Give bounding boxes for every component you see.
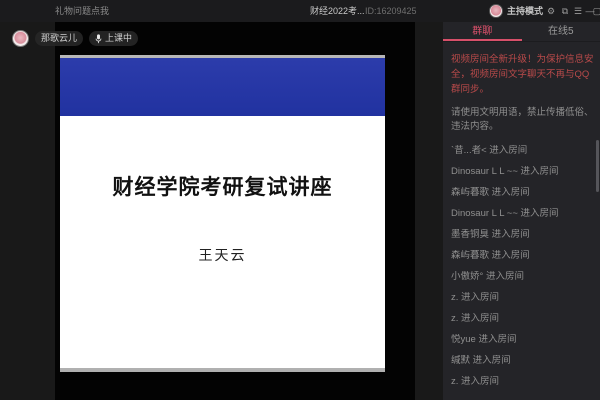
status-label: 上课中 xyxy=(105,33,133,43)
chat-panel: 群聊 在线5 视频房间全新升级！为保护信息安全，视频房间文字聊天不再与QQ群同步… xyxy=(443,22,600,400)
chat-scrollbar[interactable] xyxy=(596,140,599,192)
host-mode-label: 主持模式 xyxy=(507,6,544,16)
chat-message: z. 进入房间 xyxy=(451,292,500,303)
popout-icon[interactable]: ⧉ xyxy=(558,0,572,22)
chat-message: z. 进入房间 xyxy=(451,376,500,387)
chat-tabs: 群聊 在线5 xyxy=(443,22,600,42)
chat-message: 森屿暮歌 进入房间 xyxy=(451,250,530,261)
chat-message: Dinosaur L L ~~ 进入房间 xyxy=(451,166,559,177)
status-pill: 上课中 xyxy=(89,31,139,46)
slide-title: 财经学院考研复试讲座 xyxy=(112,175,333,199)
video-stage: 那歌云儿 上课中 财经学院考研复试讲座 王天云 xyxy=(0,22,443,400)
chat-message: 森屿暮歌 进入房间 xyxy=(451,187,530,198)
chat-message: 悦yue 进入房间 xyxy=(451,334,517,345)
slide-bottom-strip xyxy=(60,368,385,372)
gift-help-link[interactable]: 礼物问题点我 xyxy=(55,0,109,22)
host-avatar[interactable] xyxy=(489,4,503,18)
streamer-overlay: 那歌云儿 上课中 xyxy=(12,30,139,47)
presentation-slide: 财经学院考研复试讲座 王天云 xyxy=(60,55,385,372)
chat-message: 墨香铜臭 进入房间 xyxy=(451,229,530,240)
settings-icon[interactable]: ⚙ xyxy=(544,0,558,22)
room-id: ID:16209425 xyxy=(365,6,417,16)
slide-body: 财经学院考研复试讲座 王天云 xyxy=(60,116,385,368)
streamer-name-pill: 那歌云儿 xyxy=(35,31,84,46)
tab-online-count[interactable]: 在线5 xyxy=(522,22,600,41)
chat-message: `昔...者< 进入房间 xyxy=(451,145,528,156)
room-title: 财经2022考... xyxy=(310,6,365,16)
slide-presenter: 王天云 xyxy=(198,249,247,264)
chat-message: 小傲娇° 进入房间 xyxy=(451,271,524,282)
chat-message: 缄默 进入房间 xyxy=(451,355,511,366)
slide-blue-banner xyxy=(60,58,385,116)
maximize-button[interactable]: ▢ xyxy=(592,0,600,22)
chat-message: z. 进入房间 xyxy=(451,313,500,324)
chat-message: Dinosaur L L ~~ 进入房间 xyxy=(451,208,559,219)
title-bar: 礼物问题点我 财经2022考... ID:16209425 主持模式 ⚙ ⧉ ☰… xyxy=(0,0,600,22)
chat-rule-notice: 请使用文明用语，禁止传播低俗、违法内容。 xyxy=(451,107,594,132)
streamer-name: 那歌云儿 xyxy=(41,33,78,43)
microphone-icon xyxy=(95,33,102,43)
chat-message-list: 视频房间全新升级！为保护信息安全，视频房间文字聊天不再与QQ群同步。 请使用文明… xyxy=(443,42,600,388)
system-notice: 视频房间全新升级！为保护信息安全，视频房间文字聊天不再与QQ群同步。 xyxy=(451,54,594,95)
streamer-avatar[interactable] xyxy=(12,30,29,47)
tab-group-chat[interactable]: 群聊 xyxy=(443,22,522,41)
